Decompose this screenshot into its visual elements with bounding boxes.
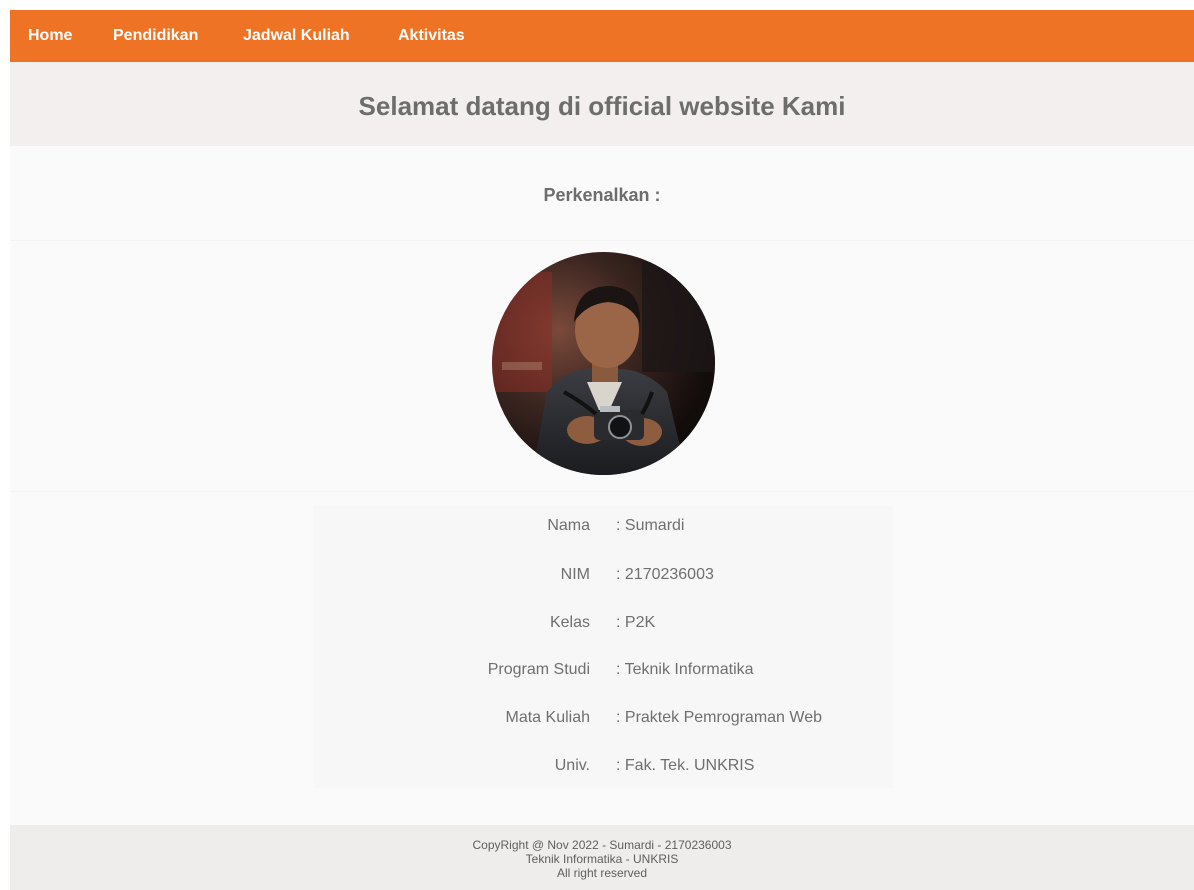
info-row-nim: NIM : 2170236003 <box>313 555 893 595</box>
profile-photo-icon <box>492 252 715 475</box>
intro-section: Perkenalkan : <box>10 146 1194 241</box>
intro-subtitle: Perkenalkan : <box>543 185 661 205</box>
footer-rights: All right reserved <box>556 866 648 880</box>
profile-info-panel: Nama : Sumardi NIM : 2170236003 Kelas : … <box>313 506 893 788</box>
info-label: Kelas <box>549 614 590 631</box>
page-title: Selamat datang di official website Kami <box>358 91 846 121</box>
page: Home Pendidikan Jadwal Kuliah Aktivitas … <box>10 10 1194 890</box>
nav-item-home[interactable]: Home <box>28 10 72 62</box>
nav-item-pendidikan[interactable]: Pendidikan <box>113 10 198 62</box>
info-label: Mata Kuliah <box>505 709 591 726</box>
info-label: Program Studi <box>487 661 590 678</box>
avatar <box>492 252 715 475</box>
footer-department: Teknik Informatika - UNKRIS <box>525 852 679 866</box>
info-row-nama: Nama : Sumardi <box>313 506 893 546</box>
info-value: : 2170236003 <box>616 566 714 583</box>
info-row-program-studi: Program Studi : Teknik Informatika <box>313 650 893 690</box>
info-value: : P2K <box>616 614 656 631</box>
info-label: Univ. <box>554 757 590 774</box>
page-footer: CopyRight @ Nov 2022 - Sumardi - 2170236… <box>10 825 1194 890</box>
info-row-kelas: Kelas : P2K <box>313 603 893 643</box>
info-value: : Sumardi <box>616 517 685 534</box>
photo-section <box>10 241 1194 492</box>
top-navbar: Home Pendidikan Jadwal Kuliah Aktivitas <box>10 10 1194 62</box>
info-value: : Fak. Tek. UNKRIS <box>616 757 755 774</box>
info-label: Nama <box>547 517 590 534</box>
nav-item-aktivitas[interactable]: Aktivitas <box>398 10 465 62</box>
info-row-mata-kuliah: Mata Kuliah : Praktek Pemrograman Web <box>313 698 893 738</box>
info-value: : Teknik Informatika <box>616 661 754 678</box>
nav-item-jadwal-kuliah[interactable]: Jadwal Kuliah <box>243 10 350 62</box>
footer-copyright: CopyRight @ Nov 2022 - Sumardi - 2170236… <box>472 838 732 852</box>
info-row-univ: Univ. : Fak. Tek. UNKRIS <box>313 746 893 786</box>
page-header: Selamat datang di official website Kami <box>10 62 1194 146</box>
info-value: : Praktek Pemrograman Web <box>616 709 823 726</box>
info-label: NIM <box>560 566 590 583</box>
